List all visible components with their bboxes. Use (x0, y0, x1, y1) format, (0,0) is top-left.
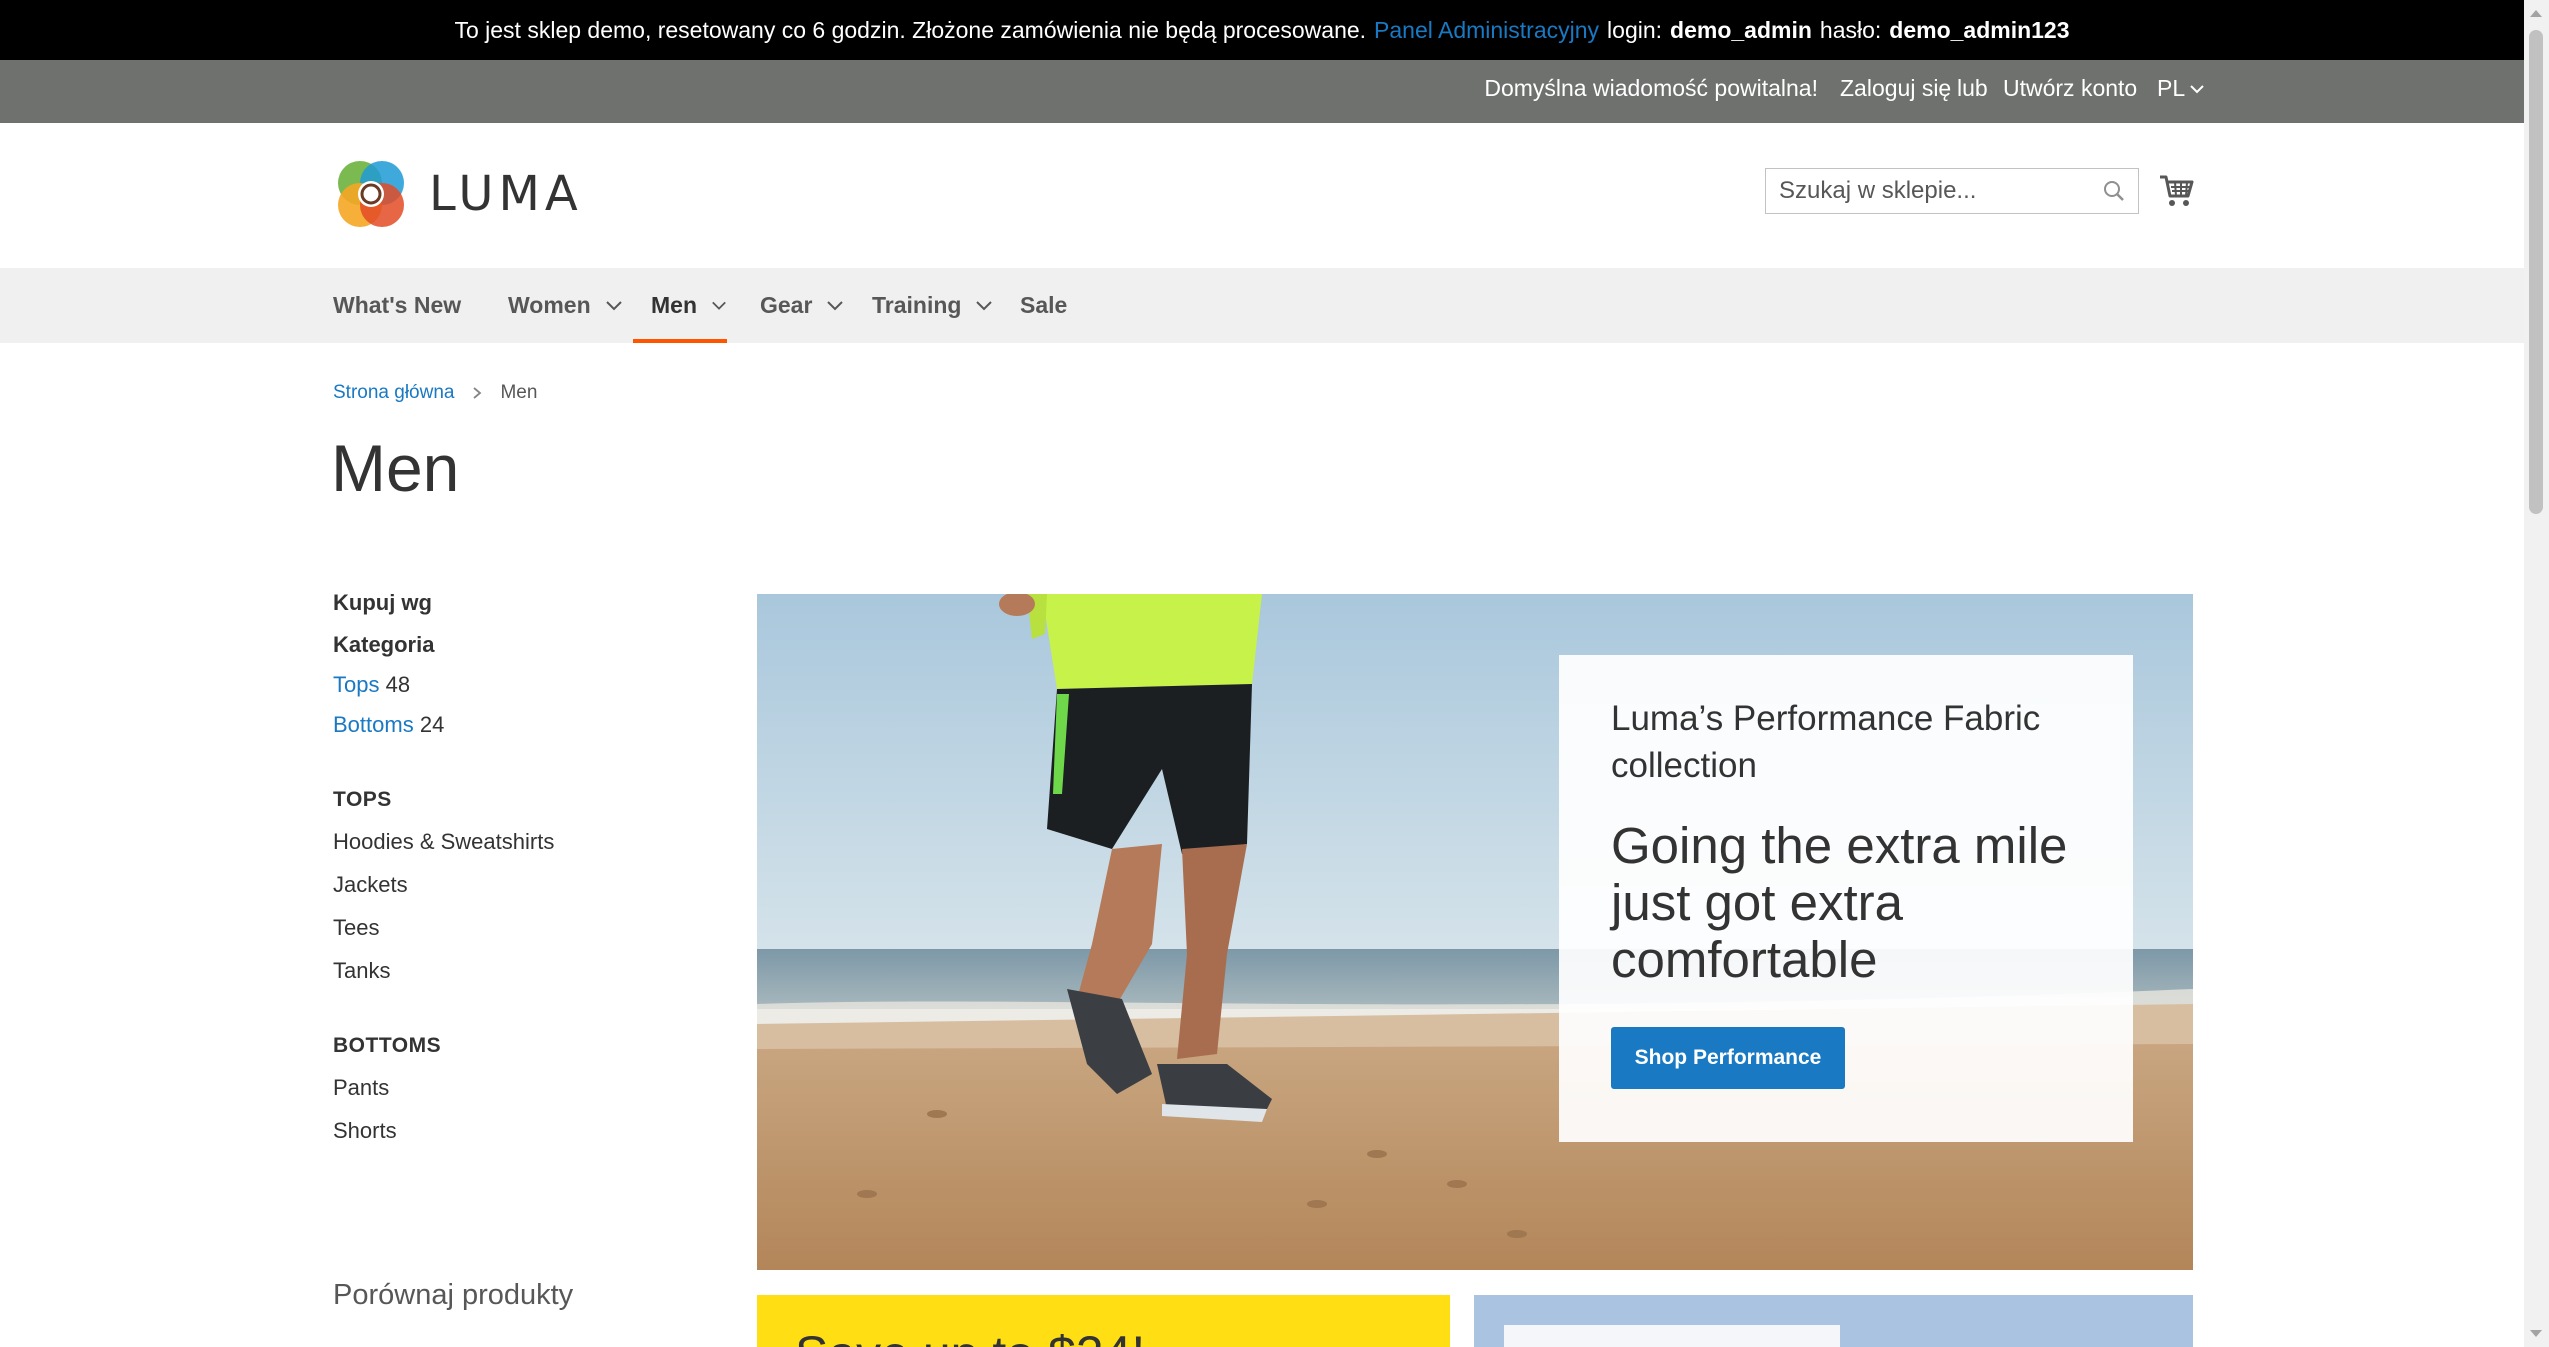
login-value: demo_admin (1670, 16, 1812, 43)
shop-by-title: Kupuj wg (333, 590, 432, 615)
bottoms-heading: BOTTOMS (333, 1034, 442, 1057)
breadcrumb-current: Men (500, 382, 538, 403)
demo-notice-text: To jest sklep demo, resetowany co 6 godz… (454, 16, 1367, 43)
promo-content-box: Luma’s Performance Fabric collection Goi… (1559, 655, 2133, 1142)
nav-item-sale[interactable]: Sale (1020, 268, 1067, 343)
scrollbar-thumb[interactable] (2529, 30, 2543, 514)
promo-tile-text: Save up to $24! (795, 1325, 1145, 1347)
sidebar: Kupuj wg Kategoria Tops 48 Bottoms 24 TO… (333, 590, 713, 1144)
page-title: Men (331, 431, 460, 505)
login-label: login: (1607, 16, 1663, 43)
search-box (1765, 168, 2139, 214)
breadcrumb-home-link[interactable]: Strona główna (333, 382, 454, 404)
category-link-tanks[interactable]: Tanks (333, 958, 713, 984)
chevron-down-icon (827, 301, 844, 311)
search-input[interactable] (1766, 176, 2081, 206)
category-link-jackets[interactable]: Jackets (333, 872, 713, 898)
shop-performance-button[interactable]: Shop Performance (1611, 1027, 1845, 1089)
filter-label[interactable]: Bottoms (333, 712, 414, 737)
chevron-down-icon (2190, 84, 2204, 93)
promo-headline: Going the extra mile just got extra comf… (1611, 817, 2068, 988)
compare-products-title: Porównaj produkty (333, 1279, 574, 1311)
chevron-down-icon (712, 301, 726, 310)
or-text: lub (1957, 75, 1988, 101)
nav-item-women[interactable]: Women (508, 268, 623, 343)
chevron-right-icon (473, 387, 482, 399)
password-value: demo_admin123 (1889, 16, 2070, 43)
search-icon[interactable] (2102, 179, 2126, 208)
nav-item-label: Gear (760, 292, 813, 318)
header-panel: Domyślna wiadomość powitalna! Zaloguj si… (0, 60, 2524, 123)
cart-icon[interactable] (2159, 174, 2195, 213)
create-account-link[interactable]: Utwórz konto (2003, 75, 2137, 102)
category-link-shorts[interactable]: Shorts (333, 1118, 713, 1144)
chevron-down-icon (976, 301, 993, 311)
luma-logo[interactable]: LUMA (333, 156, 583, 232)
filter-count: 48 (385, 672, 411, 697)
category-link-tees[interactable]: Tees (333, 915, 713, 941)
scroll-down-arrow-icon[interactable] (2530, 1330, 2542, 1337)
nav-item-training[interactable]: Training (872, 268, 993, 343)
nav-item-label: Sale (1020, 292, 1068, 318)
filter-option-tops[interactable]: Tops 48 (333, 672, 713, 698)
nav-item-label: Men (651, 292, 697, 318)
nav-item-label: What's New (333, 292, 462, 318)
main-navigation: What's New Women Men Gear Training Sale (0, 268, 2524, 343)
welcome-message: Domyślna wiadomość powitalna! (1484, 75, 1818, 101)
nav-item-men[interactable]: Men (633, 268, 727, 343)
promo-tile-content-box (1504, 1325, 1840, 1347)
page-scrollbar[interactable] (2524, 0, 2549, 1347)
filter-label[interactable]: Tops (333, 672, 379, 697)
category-filter-title: Kategoria (333, 632, 435, 657)
filter-option-bottoms[interactable]: Bottoms 24 (333, 712, 713, 738)
logo-text: LUMA (429, 166, 583, 222)
promo-subtitle: Luma’s Performance Fabric collection (1611, 699, 2041, 785)
nav-item-whats-new[interactable]: What's New (333, 268, 461, 343)
scroll-up-arrow-icon[interactable] (2530, 10, 2542, 17)
promo-tile-yellow[interactable]: Save up to $24! (757, 1295, 1450, 1347)
chevron-down-icon (605, 301, 622, 311)
promo-tile-blue[interactable] (1474, 1295, 2193, 1347)
luma-logo-icon (338, 161, 404, 227)
admin-panel-link[interactable]: Panel Administracyjny (1374, 17, 1599, 44)
category-link-pants[interactable]: Pants (333, 1075, 713, 1101)
language-switcher[interactable]: PL (2157, 75, 2205, 102)
tops-heading: TOPS (333, 788, 392, 811)
nav-item-label: Women (508, 292, 591, 318)
breadcrumb: Strona główna Men (333, 382, 537, 404)
language-label: PL (2157, 75, 2186, 101)
category-link-hoodies[interactable]: Hoodies & Sweatshirts (333, 829, 713, 855)
demo-notice-bar: To jest sklep demo, resetowany co 6 godz… (0, 0, 2524, 60)
nav-item-gear[interactable]: Gear (760, 268, 844, 343)
password-label: hasło: (1819, 16, 1882, 43)
filter-count: 24 (419, 712, 445, 737)
sign-in-link[interactable]: Zaloguj się (1840, 75, 1951, 102)
nav-item-label: Training (872, 292, 962, 318)
